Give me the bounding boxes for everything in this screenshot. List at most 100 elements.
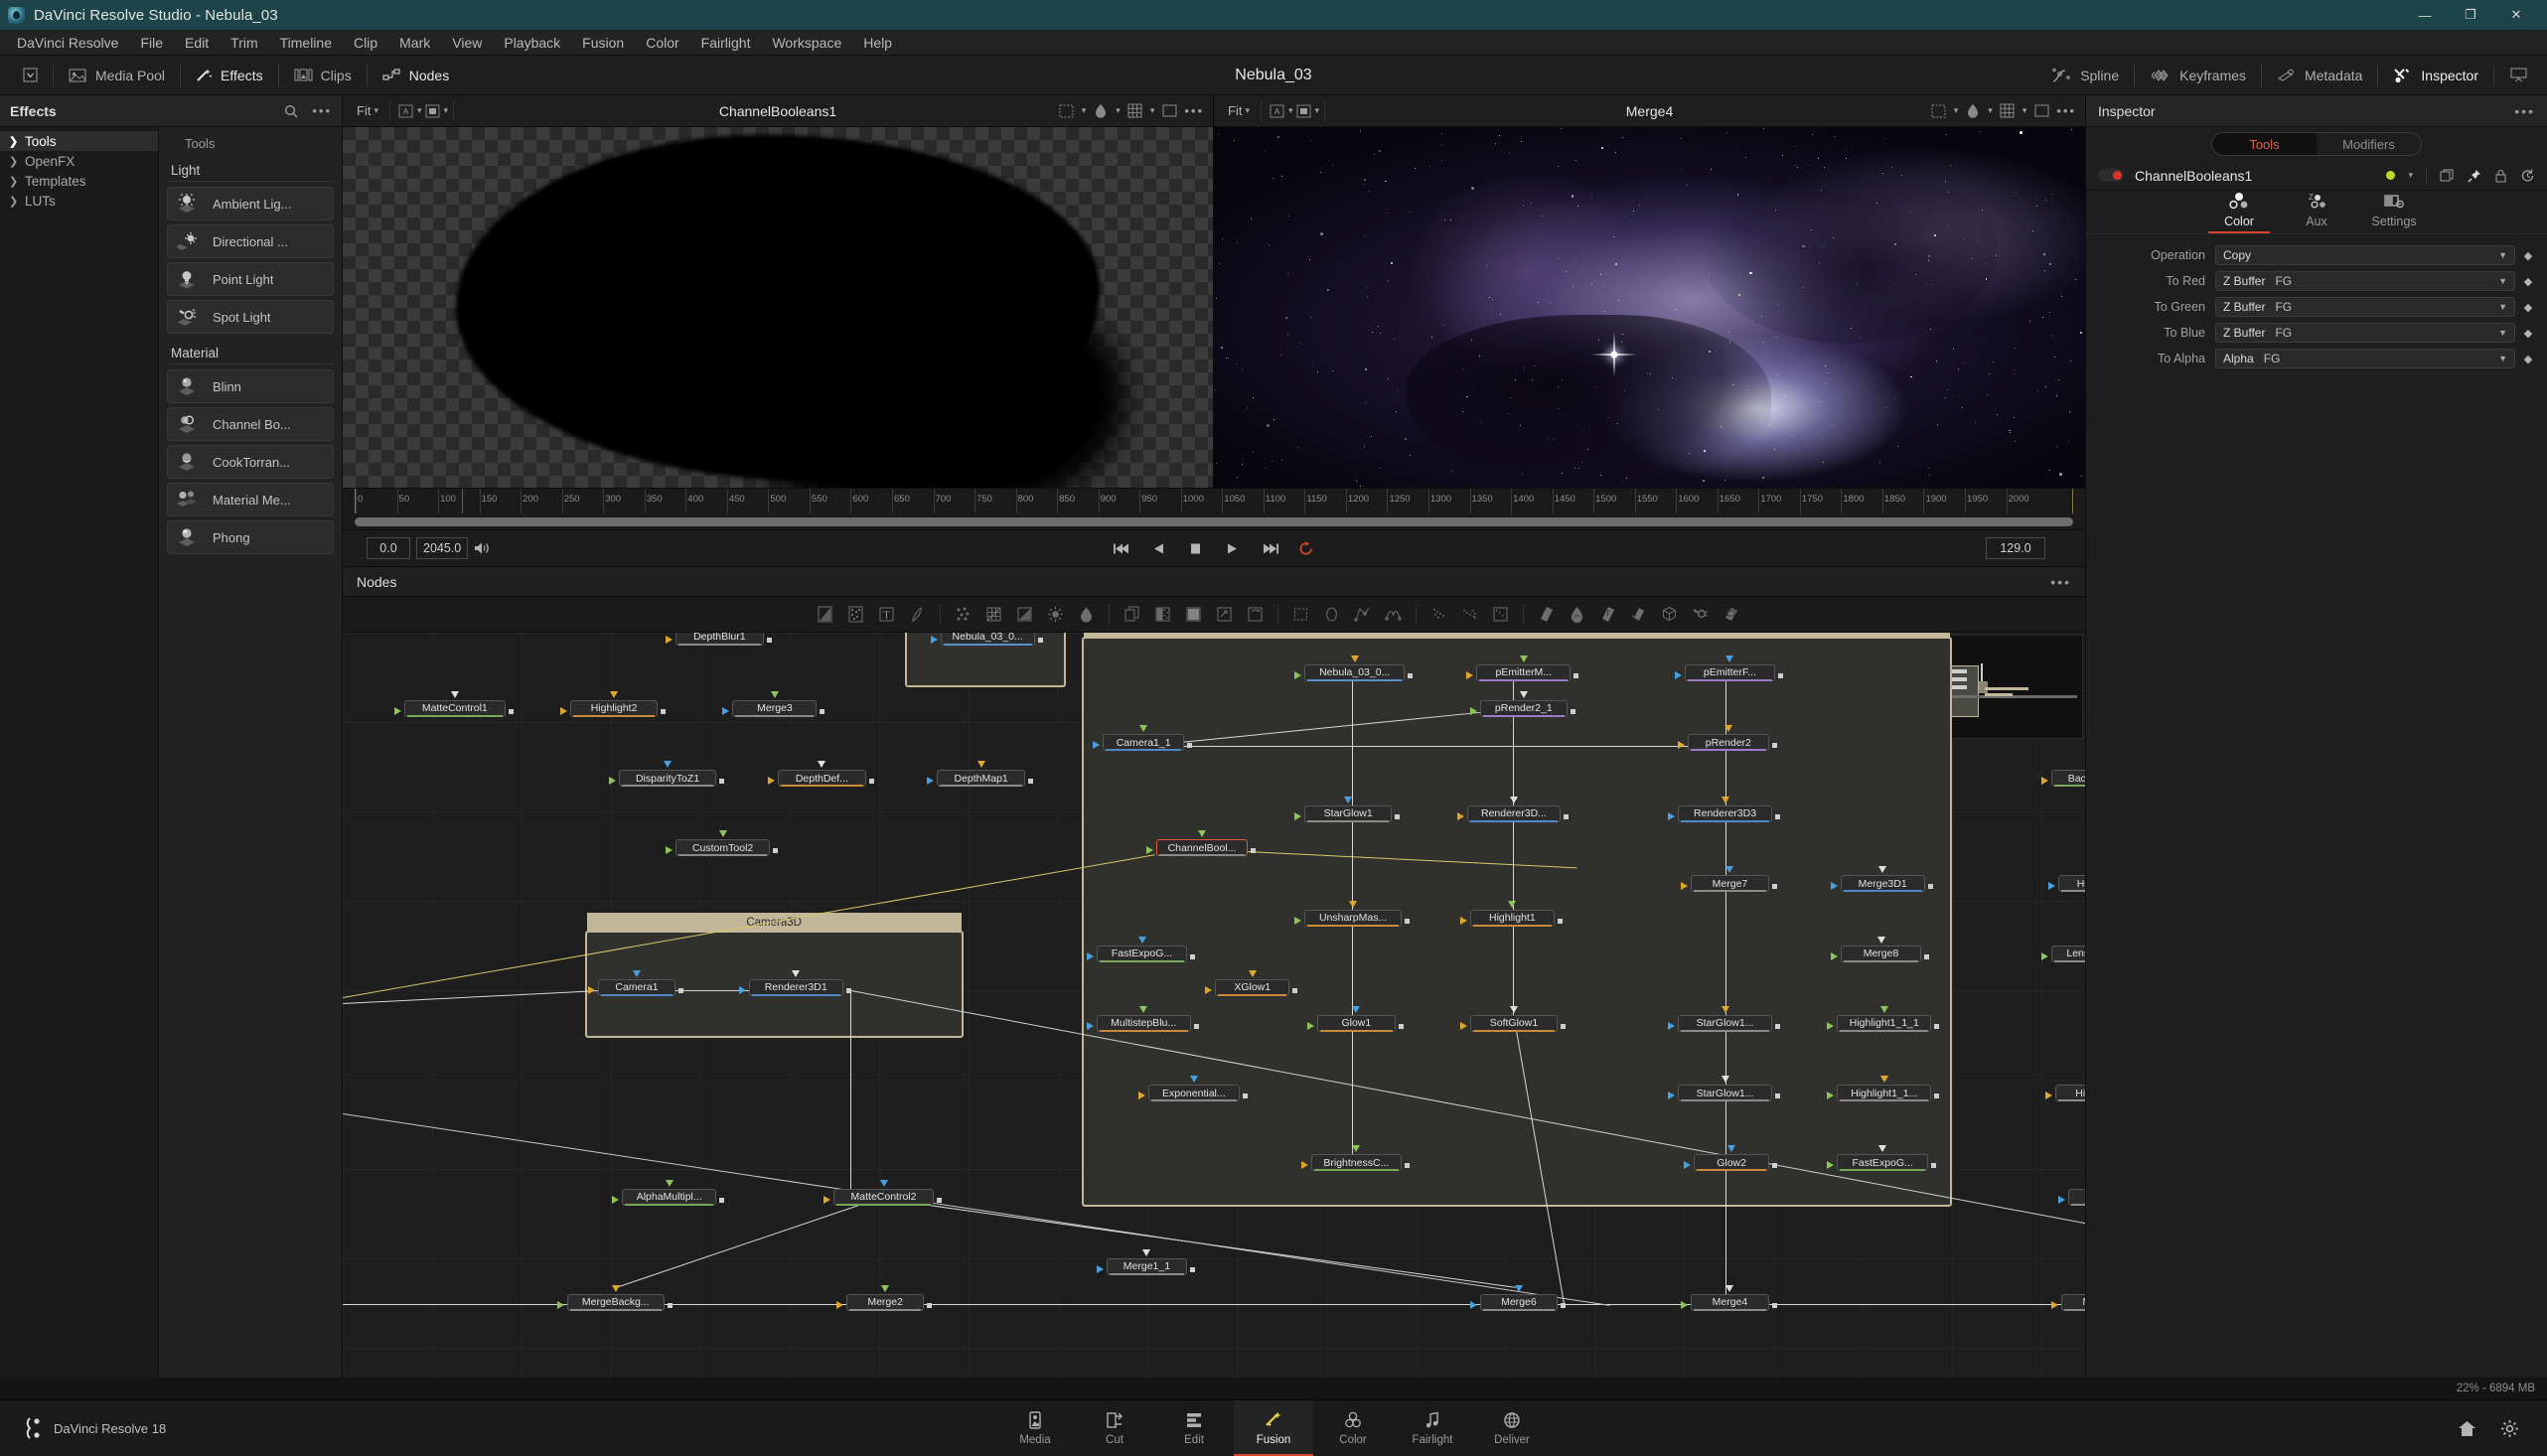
- node-top-arrow[interactable]: [1137, 936, 1146, 944]
- node-output-port[interactable]: [1561, 1023, 1567, 1029]
- timeline-ruler-track[interactable]: 0 50 100 150 200 250 300 350 400 450 500 550 600 650 7…: [355, 489, 2073, 513]
- menu-item-clip[interactable]: Clip: [343, 30, 388, 56]
- node-top-arrow[interactable]: [611, 1284, 620, 1292]
- node-output-port[interactable]: [1190, 953, 1196, 959]
- chevron-down-icon[interactable]: ▾: [1116, 105, 1121, 116]
- viewer-left-colorspace-button[interactable]: [1090, 101, 1112, 121]
- noise-tool-icon[interactable]: [840, 600, 871, 630]
- color-corrector-icon[interactable]: [1071, 600, 1102, 630]
- keyframes-button[interactable]: Keyframes: [2137, 56, 2259, 95]
- graph-node[interactable]: Renderer3D3: [1678, 804, 1772, 822]
- fullscreen-toggle-button[interactable]: [2496, 56, 2541, 95]
- grid-warp-icon[interactable]: [978, 600, 1009, 630]
- graph-node[interactable]: Glow1: [1317, 1014, 1396, 1032]
- graph-node[interactable]: Highlight1_1...: [1837, 1085, 1932, 1102]
- node-input-arrow[interactable]: [2047, 882, 2055, 891]
- node-output-port[interactable]: [1930, 1163, 1936, 1169]
- node-output-port[interactable]: [1395, 813, 1401, 819]
- graph-node[interactable]: MatteControl1: [404, 699, 506, 717]
- play-forward-button[interactable]: [1223, 538, 1243, 558]
- node-input-arrow[interactable]: [1138, 1092, 1146, 1100]
- viewer-left-subview-button[interactable]: [1056, 101, 1078, 121]
- node-input-arrow[interactable]: [1674, 670, 1682, 679]
- graph-node[interactable]: pEmitterM...: [1476, 663, 1572, 681]
- keyframe-diamond-button[interactable]: ◆: [2515, 275, 2541, 288]
- pin-icon[interactable]: [2468, 169, 2481, 183]
- planar-tracker-icon[interactable]: [1454, 600, 1485, 630]
- node-output-port[interactable]: [1027, 779, 1033, 784]
- node-output-port[interactable]: [868, 779, 874, 784]
- keyframe-diamond-button[interactable]: ◆: [2515, 301, 2541, 314]
- rectangle-mask-icon[interactable]: [1285, 600, 1316, 630]
- chevron-down-icon[interactable]: ▾: [1954, 105, 1959, 116]
- timeline-ruler[interactable]: 0 50 100 150 200 250 300 350 400 450 500 550 600 650 7…: [343, 488, 2085, 513]
- node-top-arrow[interactable]: [1878, 1145, 1887, 1153]
- particles-tool-icon[interactable]: [948, 600, 978, 630]
- reset-history-icon[interactable]: [2520, 169, 2535, 183]
- node-top-arrow[interactable]: [770, 690, 779, 698]
- node-input-arrow[interactable]: [722, 706, 730, 715]
- node-input-arrow[interactable]: [2051, 1300, 2059, 1309]
- node-output-port[interactable]: [1774, 1093, 1780, 1099]
- node-output-port[interactable]: [1187, 743, 1193, 749]
- node-output-port[interactable]: [1405, 1163, 1411, 1169]
- keyframe-diamond-button[interactable]: ◆: [2515, 353, 2541, 365]
- node-output-port[interactable]: [1408, 672, 1414, 678]
- node-top-arrow[interactable]: [610, 690, 619, 698]
- node-output-port[interactable]: [1774, 813, 1780, 819]
- node-top-arrow[interactable]: [1721, 796, 1729, 803]
- viewer-right-subview-button[interactable]: [1928, 101, 1950, 121]
- node-output-port[interactable]: [1405, 918, 1411, 924]
- viewer-right-options-icon[interactable]: •••: [2056, 103, 2076, 118]
- node-input-arrow[interactable]: [1096, 1264, 1104, 1273]
- node-output-port[interactable]: [937, 1197, 943, 1203]
- jump-to-end-button[interactable]: [1260, 538, 1279, 558]
- effects-tool-ambient-lig[interactable]: Ambient Lig...: [167, 187, 334, 220]
- node-input-arrow[interactable]: [612, 1195, 620, 1204]
- node-output-port[interactable]: [766, 637, 772, 643]
- renderer-3d-icon[interactable]: [1716, 600, 1746, 630]
- node-output-port[interactable]: [719, 779, 725, 784]
- node-top-arrow[interactable]: [1349, 900, 1358, 908]
- node-output-port[interactable]: [1573, 672, 1579, 678]
- gradient-tool-icon[interactable]: [810, 600, 840, 630]
- inspector-param-dropdown[interactable]: Alpha FG ▼: [2215, 349, 2515, 368]
- timeline-scrollbar[interactable]: [355, 516, 2073, 526]
- chevron-down-icon[interactable]: ▾: [1315, 105, 1320, 116]
- node-top-arrow[interactable]: [1876, 936, 1885, 944]
- playhead[interactable]: [462, 489, 464, 513]
- maximize-button[interactable]: ❐: [2448, 0, 2493, 30]
- chevron-down-icon[interactable]: ▾: [1988, 105, 1993, 116]
- graph-node[interactable]: Camera1: [597, 978, 676, 996]
- menu-item-timeline[interactable]: Timeline: [269, 30, 343, 56]
- node-input-arrow[interactable]: [1459, 916, 1467, 925]
- lock-icon[interactable]: [2494, 169, 2507, 183]
- menu-item-fusion[interactable]: Fusion: [571, 30, 635, 56]
- node-top-arrow[interactable]: [718, 830, 727, 838]
- node-input-arrow[interactable]: [1668, 811, 1676, 820]
- graph-node[interactable]: StarGlow1: [1304, 804, 1393, 822]
- page-tab-edit[interactable]: Edit: [1154, 1400, 1234, 1456]
- node-top-arrow[interactable]: [1519, 655, 1528, 662]
- node-output-port[interactable]: [661, 708, 667, 714]
- node-output-port[interactable]: [1564, 813, 1570, 819]
- graph-node[interactable]: pEmitterF...: [1684, 663, 1776, 681]
- node-output-port[interactable]: [1771, 884, 1777, 890]
- node-output-port[interactable]: [1398, 1023, 1404, 1029]
- viewer-left-options-icon[interactable]: •••: [1184, 103, 1204, 118]
- graph-node[interactable]: Glow2: [1694, 1154, 1769, 1172]
- graph-node[interactable]: FastExpoG...: [1096, 945, 1188, 962]
- node-input-arrow[interactable]: [587, 985, 595, 994]
- node-input-arrow[interactable]: [1459, 1021, 1467, 1030]
- node-input-arrow[interactable]: [1086, 951, 1094, 960]
- node-input-arrow[interactable]: [1827, 1092, 1835, 1100]
- graph-node[interactable]: Camera1_1: [1103, 734, 1185, 752]
- menu-item-davinci-resolve[interactable]: DaVinci Resolve: [6, 30, 129, 56]
- node-output-port[interactable]: [667, 1302, 673, 1308]
- node-output-port[interactable]: [820, 708, 825, 714]
- node-output-port[interactable]: [1774, 1023, 1780, 1029]
- node-top-arrow[interactable]: [1508, 900, 1517, 908]
- stabilizer-icon[interactable]: [1485, 600, 1516, 630]
- tracker-icon[interactable]: [1423, 600, 1454, 630]
- page-tab-deliver[interactable]: Deliver: [1472, 1400, 1552, 1456]
